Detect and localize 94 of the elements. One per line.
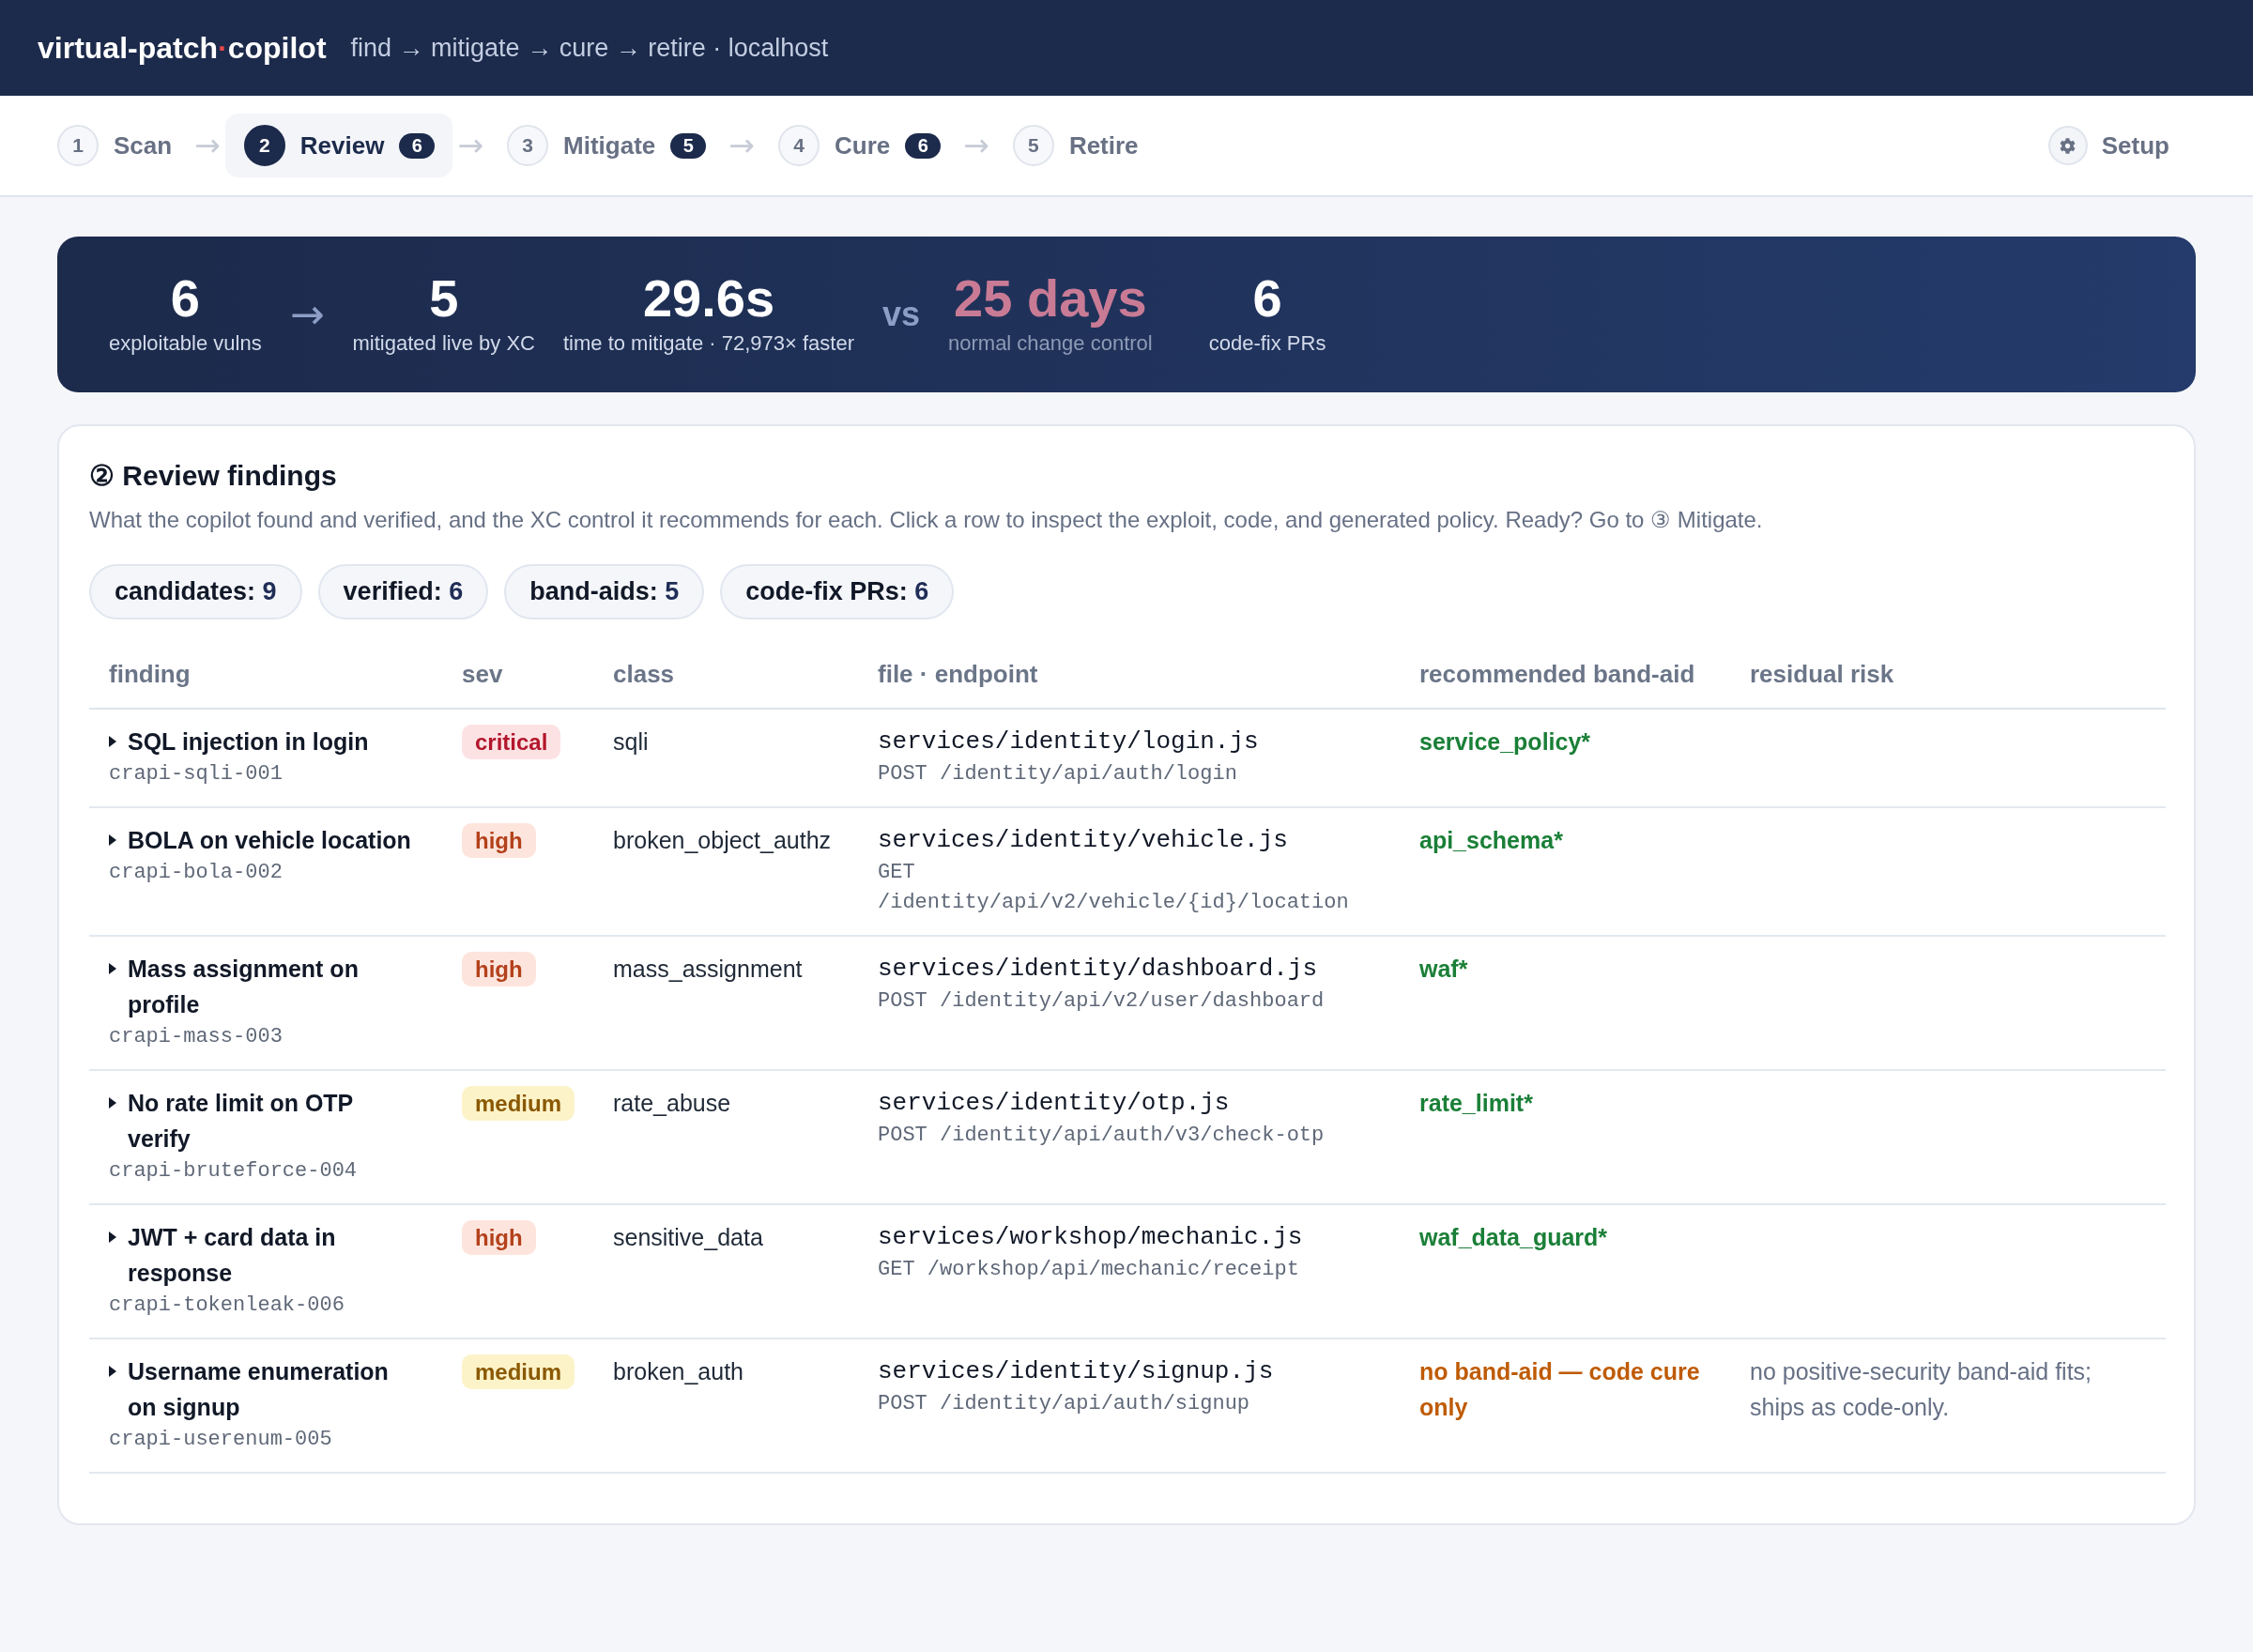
header-subtitle: find → mitigate → cure → retire · localhost bbox=[350, 32, 829, 64]
residual-risk: no positive-security band-aid fits; ships as code-only. bbox=[1750, 1357, 2093, 1422]
finding-title: Mass assignment on profile bbox=[128, 955, 360, 1019]
section-description: What the copilot found and verified, and the XC control it recommends for each. Click a row to inspect the exploit, code, and generated policy. Ready? Go to ③ Mitigate. bbox=[89, 506, 1764, 534]
finding-id: crapi-sqli-001 bbox=[109, 761, 284, 788]
finding-title: BOLA on vehicle location bbox=[128, 826, 411, 855]
flow-arrow: → bbox=[289, 293, 325, 335]
band-aid-recommendation: rate_limit* bbox=[1419, 1089, 1534, 1118]
settings-icon bbox=[2047, 126, 2088, 165]
column-header: recommended band-aid bbox=[1400, 638, 1730, 709]
step-number: 4 bbox=[777, 125, 820, 166]
vulnerability-class: rate_abuse bbox=[613, 1090, 731, 1116]
count-chip: band-aids: 5 bbox=[504, 564, 705, 620]
stat-label: normal change control bbox=[948, 330, 1153, 357]
severity-tag: medium bbox=[462, 1086, 575, 1121]
endpoint: POST /identity/api/auth/login bbox=[878, 761, 1238, 788]
finding-id: crapi-bola-002 bbox=[109, 860, 284, 886]
stat-label: mitigated live by XC bbox=[352, 330, 535, 357]
stat-label: code-fix PRs bbox=[1208, 330, 1326, 357]
step-tab[interactable]: 1 Scan bbox=[38, 114, 191, 177]
column-header: class bbox=[593, 638, 858, 709]
file-path: services/workshop/mechanic.js bbox=[878, 1222, 1304, 1253]
band-aid-recommendation: waf_data_guard* bbox=[1419, 1223, 1609, 1252]
finding-title: JWT + card data in response bbox=[128, 1223, 337, 1288]
file-path: services/identity/otp.js bbox=[878, 1088, 1231, 1119]
column-header: file · endpoint bbox=[858, 638, 1400, 709]
file-path: services/identity/dashboard.js bbox=[878, 954, 1319, 985]
step-number: 2 bbox=[243, 125, 285, 166]
stat-label: time to mitigate · 72,973× faster bbox=[562, 330, 854, 357]
endpoint: POST /identity/api/auth/v3/check-otp bbox=[878, 1123, 1326, 1149]
stat-value: 5 bbox=[429, 270, 459, 327]
step-number: 5 bbox=[1012, 125, 1054, 166]
finding-title: No rate limit on OTP verify bbox=[128, 1089, 354, 1154]
stat-value: 6 bbox=[1252, 270, 1282, 327]
vulnerability-class: broken_object_authz bbox=[613, 827, 832, 853]
band-aid-recommendation: service_policy* bbox=[1419, 727, 1592, 757]
count-chip: verified: 6 bbox=[317, 564, 489, 620]
caret-icon[interactable] bbox=[109, 1097, 116, 1109]
count-badge: 5 bbox=[670, 132, 707, 159]
endpoint: GET /workshop/api/mechanic/receipt bbox=[878, 1257, 1300, 1283]
step-number: 1 bbox=[57, 125, 99, 166]
severity-tag: high bbox=[462, 823, 536, 858]
count-chip: code-fix PRs: 6 bbox=[720, 564, 955, 620]
count-badge: 6 bbox=[905, 132, 942, 159]
versus-label: vs bbox=[881, 295, 920, 333]
caret-icon[interactable] bbox=[109, 736, 116, 747]
section-title: ② Review findings bbox=[89, 459, 338, 493]
column-header: residual risk bbox=[1730, 638, 2166, 709]
step-arrow: → bbox=[728, 127, 755, 164]
finding-id: crapi-userenum-005 bbox=[109, 1427, 333, 1453]
vulnerability-class: broken_auth bbox=[613, 1358, 743, 1384]
step-number: 3 bbox=[507, 125, 549, 166]
vulnerability-class: sensitive_data bbox=[613, 1224, 763, 1250]
file-path: services/identity/vehicle.js bbox=[878, 825, 1289, 856]
count-chip: candidates: 9 bbox=[89, 564, 302, 620]
band-aid-recommendation: waf* bbox=[1419, 955, 1469, 984]
finding-id: crapi-mass-003 bbox=[109, 1024, 284, 1050]
severity-tag: critical bbox=[462, 725, 561, 759]
caret-icon[interactable] bbox=[109, 963, 116, 974]
step-arrow: → bbox=[457, 127, 484, 164]
finding-id: crapi-bruteforce-004 bbox=[109, 1158, 359, 1185]
stat-value: 6 bbox=[170, 270, 200, 327]
step-tab[interactable]: 2 Review 6 bbox=[224, 114, 453, 177]
stat-label: exploitable vulns bbox=[109, 330, 262, 357]
step-tab[interactable]: 5 Retire bbox=[993, 114, 1157, 177]
severity-tag: high bbox=[462, 1220, 536, 1255]
endpoint: POST /identity/api/auth/signup bbox=[878, 1391, 1251, 1417]
finding-title: SQL injection in login bbox=[128, 727, 369, 757]
step-tab[interactable]: 4 Cure 6 bbox=[759, 114, 959, 177]
caret-icon[interactable] bbox=[109, 1231, 116, 1243]
step-tab[interactable]: 3 Mitigate 5 bbox=[488, 114, 725, 177]
caret-icon[interactable] bbox=[109, 834, 116, 846]
endpoint: POST /identity/api/v2/user/dashboard bbox=[878, 988, 1326, 1015]
count-badge: 6 bbox=[399, 132, 436, 159]
file-path: services/identity/signup.js bbox=[878, 1356, 1275, 1387]
band-aid-recommendation: no band-aid — code cure only bbox=[1419, 1357, 1701, 1422]
setup-button[interactable]: Setup bbox=[2029, 114, 2196, 177]
severity-tag: medium bbox=[462, 1354, 575, 1389]
stat-value: 25 days bbox=[954, 270, 1147, 327]
finding-id: crapi-tokenleak-006 bbox=[109, 1293, 345, 1319]
finding-title: Username enumeration on signup bbox=[128, 1357, 390, 1422]
vulnerability-class: sqli bbox=[613, 728, 649, 755]
caret-icon[interactable] bbox=[109, 1366, 116, 1377]
column-header: sev bbox=[442, 638, 593, 709]
stat-value: 29.6s bbox=[642, 270, 775, 327]
band-aid-recommendation: api_schema* bbox=[1419, 826, 1564, 855]
severity-tag: high bbox=[462, 952, 536, 987]
vulnerability-class: mass_assignment bbox=[613, 956, 803, 982]
column-header: finding bbox=[89, 638, 442, 709]
app-title: virtual-patch·copilot bbox=[38, 30, 327, 67]
endpoint: GET /identity/api/v2/vehicle/{id}/location bbox=[878, 860, 1350, 916]
step-arrow: → bbox=[194, 127, 221, 164]
step-arrow: → bbox=[963, 127, 989, 164]
file-path: services/identity/login.js bbox=[878, 727, 1260, 757]
